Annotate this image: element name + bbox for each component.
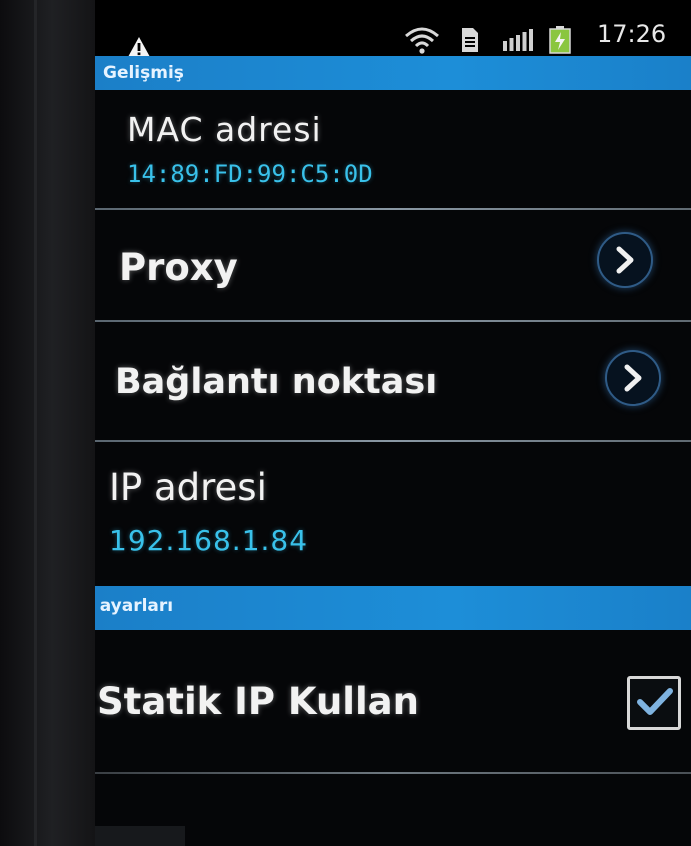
list-item-static-ip[interactable]: Statik IP Kullan xyxy=(95,630,691,770)
wifi-icon xyxy=(405,27,439,54)
hotspot-title: Bağlantı noktası xyxy=(115,362,438,402)
static-ip-checkbox[interactable] xyxy=(627,676,681,730)
list-item-partial xyxy=(95,774,691,846)
device-bezel-edge xyxy=(34,0,37,846)
hotspot-chevron-icon[interactable] xyxy=(605,350,661,406)
list-item-hotspot[interactable]: Bağlantı noktası xyxy=(95,322,691,440)
ip-settings-header-text: IP ayarları xyxy=(95,596,174,616)
proxy-chevron-icon[interactable] xyxy=(597,232,653,288)
device-bezel xyxy=(0,0,95,846)
warning-icon[interactable] xyxy=(127,36,151,58)
mac-address-value: 14:89:FD:99:C5:0D xyxy=(127,160,373,188)
list-item-mac-address: MAC adresi 14:89:FD:99:C5:0D xyxy=(95,90,691,210)
section-header-advanced: Gelişmiş xyxy=(95,56,691,90)
list-item-ip-address: IP adresi 192.168.1.84 xyxy=(95,442,691,576)
status-clock: 17:26 xyxy=(597,20,667,48)
ip-address-value: 192.168.1.84 xyxy=(109,524,309,557)
signal-icon xyxy=(503,29,533,51)
mac-address-title: MAC adresi xyxy=(127,110,322,149)
sim-card-icon xyxy=(462,28,478,52)
status-bar: 17:26 xyxy=(95,0,691,58)
ip-address-title: IP adresi xyxy=(109,466,267,509)
proxy-title: Proxy xyxy=(119,246,238,289)
phone-screen: 17:26 Gelişmiş MAC adresi 14:89:FD:99:C5… xyxy=(95,0,691,846)
section-header-ip-settings: IP ayarları xyxy=(95,586,691,630)
list-item-proxy[interactable]: Proxy xyxy=(95,210,691,320)
battery-icon xyxy=(549,26,571,54)
static-ip-title: Statik IP Kullan xyxy=(97,680,419,723)
partial-row-text-fragment xyxy=(95,826,185,846)
